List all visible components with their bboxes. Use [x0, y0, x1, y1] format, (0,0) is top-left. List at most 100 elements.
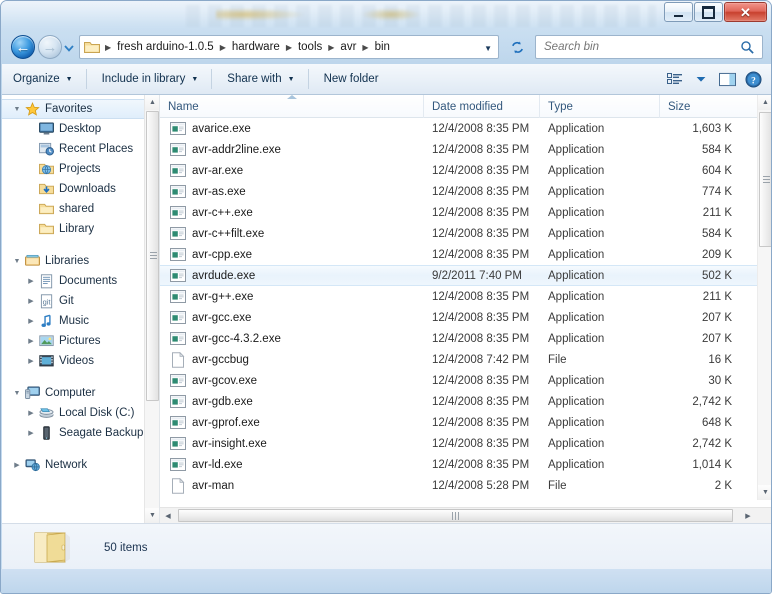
- table-row[interactable]: avr-ld.exe 12/4/2008 8:35 PM Application 1,…: [160, 454, 757, 475]
- file-name-cell[interactable]: avr-man: [160, 477, 424, 494]
- forward-button[interactable]: →: [38, 35, 62, 59]
- navigation-pane-scrollbar[interactable]: ▲ ▼: [144, 95, 159, 523]
- table-row[interactable]: avr-gccbug 12/4/2008 7:42 PM File 16 K: [160, 349, 757, 370]
- file-name-cell[interactable]: avr-c++filt.exe: [160, 226, 424, 242]
- nav-group-computer[interactable]: ▼ Computer: [2, 383, 159, 403]
- table-row[interactable]: avr-g++.exe 12/4/2008 8:35 PM Application 2…: [160, 286, 757, 307]
- table-row[interactable]: avr-as.exe 12/4/2008 8:35 PM Application 77…: [160, 181, 757, 202]
- scroll-down-button[interactable]: ▼: [758, 485, 771, 500]
- file-name-cell[interactable]: avr-gdb.exe: [160, 394, 424, 410]
- change-view-button[interactable]: [662, 68, 688, 92]
- preview-pane-button[interactable]: [714, 68, 740, 92]
- file-list-horizontal-scrollbar[interactable]: ◀ ▶: [160, 507, 771, 523]
- expander-collapse-icon[interactable]: ▼: [10, 106, 24, 113]
- table-row[interactable]: avrdude.exe 9/2/2011 7:40 PM Application 50…: [160, 265, 757, 286]
- breadcrumb-item-4[interactable]: bin: [372, 39, 393, 55]
- file-name-cell[interactable]: avr-gcc.exe: [160, 310, 424, 326]
- scroll-up-button[interactable]: ▲: [758, 95, 771, 110]
- expander-expand-icon[interactable]: ▶: [10, 461, 24, 469]
- maximize-button[interactable]: [694, 2, 723, 22]
- file-list-pane[interactable]: Name Date modified Type Size avarice.exe…: [160, 95, 771, 523]
- file-name-cell[interactable]: avr-gprof.exe: [160, 415, 424, 431]
- sidebar-item-music[interactable]: ▶ Music: [2, 311, 159, 331]
- nav-group-libraries[interactable]: ▼ Libraries: [2, 251, 159, 271]
- include-in-library-button[interactable]: Include in library ▼: [93, 67, 208, 91]
- table-row[interactable]: avr-gdb.exe 12/4/2008 8:35 PM Application 2…: [160, 391, 757, 412]
- view-dropdown-button[interactable]: [688, 68, 714, 92]
- file-name-cell[interactable]: avr-gcov.exe: [160, 373, 424, 389]
- sidebar-item-videos[interactable]: ▶ Videos: [2, 351, 159, 371]
- sidebar-item-git[interactable]: ▶ git Git: [2, 291, 159, 311]
- table-row[interactable]: avr-gcov.exe 12/4/2008 8:35 PM Application…: [160, 370, 757, 391]
- file-name-cell[interactable]: avr-ar.exe: [160, 163, 424, 179]
- expander-expand-icon[interactable]: ▶: [24, 317, 38, 325]
- sidebar-item-projects[interactable]: Projects: [2, 159, 159, 179]
- minimize-button[interactable]: [664, 2, 693, 22]
- file-name-cell[interactable]: avr-addr2line.exe: [160, 142, 424, 158]
- refresh-button[interactable]: [504, 35, 530, 59]
- chevron-down-icon[interactable]: ▼: [484, 44, 492, 53]
- nav-group-favorites[interactable]: ▼ Favorites: [2, 99, 159, 119]
- sidebar-item-pictures[interactable]: ▶ Pictures: [2, 331, 159, 351]
- column-header-date-modified[interactable]: Date modified: [424, 95, 540, 118]
- expander-expand-icon[interactable]: ▶: [24, 357, 38, 365]
- expander-expand-icon[interactable]: ▶: [24, 297, 38, 305]
- file-name-cell[interactable]: avrdude.exe: [160, 268, 424, 284]
- column-header-type[interactable]: Type: [540, 95, 660, 118]
- table-row[interactable]: avr-gcc-4.3.2.exe 12/4/2008 8:35 PM Applic…: [160, 328, 757, 349]
- share-with-button[interactable]: Share with ▼: [218, 67, 303, 91]
- expander-expand-icon[interactable]: ▶: [24, 277, 38, 285]
- expander-expand-icon[interactable]: ▶: [24, 337, 38, 345]
- file-name-cell[interactable]: avr-as.exe: [160, 184, 424, 200]
- expander-collapse-icon[interactable]: ▼: [10, 258, 24, 265]
- file-name-cell[interactable]: avr-cpp.exe: [160, 247, 424, 263]
- file-list-scrollbar-thumb[interactable]: [759, 112, 771, 247]
- file-name-cell[interactable]: avr-g++.exe: [160, 289, 424, 305]
- scroll-up-button[interactable]: ▲: [145, 95, 159, 110]
- file-name-cell[interactable]: avr-gcc-4.3.2.exe: [160, 331, 424, 347]
- sidebar-item-local-disk-c[interactable]: ▶ Local Disk (C:): [2, 403, 159, 423]
- navigation-scrollbar-thumb[interactable]: [146, 111, 159, 401]
- close-button[interactable]: ✕: [724, 2, 767, 22]
- horizontal-scrollbar-thumb[interactable]: [178, 509, 733, 522]
- file-name-cell[interactable]: avr-insight.exe: [160, 436, 424, 452]
- sidebar-item-library[interactable]: Library: [2, 219, 159, 239]
- table-row[interactable]: avr-ar.exe 12/4/2008 8:35 PM Application 60…: [160, 160, 757, 181]
- back-button[interactable]: ←: [11, 35, 35, 59]
- table-row[interactable]: avr-c++.exe 12/4/2008 8:35 PM Application 2…: [160, 202, 757, 223]
- table-row[interactable]: avarice.exe 12/4/2008 8:35 PM Application 1…: [160, 118, 757, 139]
- nav-group-network[interactable]: ▶ Network: [2, 455, 159, 475]
- column-header-name[interactable]: Name: [160, 95, 424, 118]
- expander-collapse-icon[interactable]: ▼: [10, 390, 24, 397]
- table-row[interactable]: avr-c++filt.exe 12/4/2008 8:35 PM Applicat…: [160, 223, 757, 244]
- help-button[interactable]: ?: [740, 68, 766, 92]
- file-name-cell[interactable]: avr-gccbug: [160, 351, 424, 368]
- sidebar-item-recent-places[interactable]: Recent Places: [2, 139, 159, 159]
- sidebar-item-documents[interactable]: ▶ Documents: [2, 271, 159, 291]
- table-row[interactable]: avr-addr2line.exe 12/4/2008 8:35 PM Applic…: [160, 139, 757, 160]
- search-box[interactable]: [535, 35, 763, 59]
- table-row[interactable]: avr-gprof.exe 12/4/2008 8:35 PM Applicatio…: [160, 412, 757, 433]
- column-header-size[interactable]: Size: [660, 95, 757, 118]
- search-input[interactable]: [536, 37, 731, 57]
- expander-expand-icon[interactable]: ▶: [24, 429, 38, 437]
- sidebar-item-seagate-backup[interactable]: ▶ Seagate Backup P: [2, 423, 159, 443]
- file-name-cell[interactable]: avr-ld.exe: [160, 457, 424, 473]
- navigation-pane[interactable]: ▼ Favorites Desktop Recent Places Projec…: [2, 95, 160, 523]
- breadcrumb-item-2[interactable]: tools: [295, 39, 325, 55]
- table-row[interactable]: avr-cpp.exe 12/4/2008 8:35 PM Application 2…: [160, 244, 757, 265]
- new-folder-button[interactable]: New folder: [315, 67, 388, 91]
- scroll-down-button[interactable]: ▼: [145, 508, 159, 523]
- scroll-left-button[interactable]: ◀: [160, 508, 176, 523]
- scroll-right-button[interactable]: ▶: [740, 508, 756, 523]
- recent-locations-dropdown[interactable]: [63, 43, 75, 53]
- breadcrumb[interactable]: ▶ fresh arduino-1.0.5 ▶ hardware ▶ tools…: [79, 35, 499, 59]
- breadcrumb-item-3[interactable]: avr: [337, 39, 359, 55]
- sidebar-item-shared[interactable]: shared: [2, 199, 159, 219]
- file-list-vertical-scrollbar[interactable]: ▲ ▼: [757, 95, 771, 500]
- breadcrumb-item-0[interactable]: fresh arduino-1.0.5: [114, 39, 217, 55]
- organize-button[interactable]: Organize ▼: [4, 67, 82, 91]
- file-name-cell[interactable]: avarice.exe: [160, 121, 424, 137]
- table-row[interactable]: avr-insight.exe 12/4/2008 8:35 PM Applicat…: [160, 433, 757, 454]
- breadcrumb-item-1[interactable]: hardware: [229, 39, 283, 55]
